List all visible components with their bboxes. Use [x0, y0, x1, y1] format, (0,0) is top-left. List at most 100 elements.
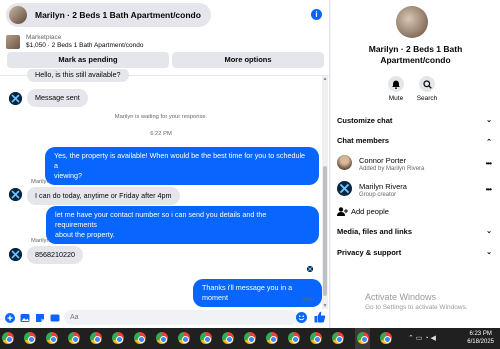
member-subtitle: Group creator [359, 192, 397, 198]
scrollbar-thumb[interactable] [323, 166, 327, 296]
scroll-up-arrow-icon[interactable]: ▲ [322, 76, 328, 82]
marketplace-label: Marketplace [26, 34, 62, 41]
chrome-icon[interactable] [112, 332, 124, 344]
media-files-section[interactable]: Media, files and links ⌄ [337, 224, 492, 240]
taskbar-clock[interactable]: 6:23 PM 6/18/2025 [467, 330, 494, 346]
member-row[interactable]: Marilyn Rivera Group creator ••• [337, 179, 497, 201]
add-person-icon [337, 207, 348, 216]
user-avatar [9, 248, 22, 261]
chrome-icon[interactable] [332, 332, 344, 344]
chevron-down-icon: ⌄ [486, 228, 492, 235]
bell-icon [388, 76, 404, 92]
listing-title[interactable]: $1,050 · 2 Beds 1 Bath Apartment/condo [26, 42, 143, 50]
system-tray-icons[interactable]: ⌃ ▭ ◔ ◀ [408, 334, 436, 342]
more-options-button[interactable]: More options [172, 52, 324, 68]
details-title-line: Apartment/condo [380, 55, 451, 65]
waiting-notice: Marilyn is waiting for your response. [114, 114, 208, 120]
search-button[interactable]: Search [412, 76, 442, 102]
chrome-icon[interactable] [288, 332, 300, 344]
conversation-avatar [9, 6, 27, 24]
message-composer [0, 307, 330, 328]
windows-taskbar: ⌃ ▭ ◔ ◀ 6:23 PM 6/18/2025 [0, 328, 500, 349]
read-receipt-avatar [307, 266, 313, 272]
privacy-support-section[interactable]: Privacy & support ⌄ [337, 245, 492, 261]
chrome-icon[interactable] [266, 332, 278, 344]
chevron-up-icon: ⌃ [486, 139, 492, 146]
message-bubble-outgoing: let me have your contact number so i can… [46, 206, 319, 244]
message-text: viewing? [54, 171, 82, 180]
section-label: Privacy & support [337, 248, 402, 257]
chat-panel: Marilyn · 2 Beds 1 Bath Apartment/condo … [0, 0, 330, 328]
sender-name: Marilyn [31, 179, 50, 185]
sender-name: Marilyn [31, 238, 50, 244]
member-avatar [337, 155, 352, 170]
chrome-icon[interactable] [310, 332, 322, 344]
sent-status: Sent [302, 297, 314, 303]
conversation-title-button[interactable]: Marilyn · 2 Beds 1 Bath Apartment/condo [6, 3, 211, 27]
member-name: Connor Porter [359, 156, 407, 165]
message-input[interactable] [64, 310, 298, 325]
member-row[interactable]: Connor Porter Added by Marilyn Rivera ••… [337, 153, 497, 175]
message-scrollbar[interactable]: ▲ ▼ [322, 76, 328, 309]
message-bubble-incoming: I can do today, anytime or Friday after … [27, 187, 180, 205]
customize-chat-section[interactable]: Customize chat ⌄ [337, 113, 492, 129]
section-label: Customize chat [337, 116, 393, 125]
chrome-icon[interactable] [178, 332, 190, 344]
chrome-icon[interactable] [244, 332, 256, 344]
conversation-details-panel: Marilyn · 2 Beds 1 Bath Apartment/condo … [331, 0, 500, 328]
message-list: Hello, is this still available? Message … [0, 69, 322, 309]
search-label: Search [416, 95, 438, 102]
gif-icon[interactable] [49, 312, 60, 323]
section-label: Media, files and links [337, 227, 413, 236]
mute-label: Mute [388, 95, 404, 102]
member-name: Marilyn Rivera [359, 182, 407, 191]
timestamp: 6:22 PM [150, 131, 172, 137]
user-avatar [9, 92, 22, 105]
chrome-icon[interactable] [380, 332, 392, 344]
thumbs-up-icon[interactable] [314, 311, 326, 323]
info-icon[interactable]: i [311, 9, 322, 20]
photo-icon[interactable] [19, 312, 30, 323]
plus-icon[interactable] [4, 312, 15, 323]
conversation-large-avatar [396, 6, 428, 38]
listing-thumbnail[interactable] [6, 35, 20, 49]
chevron-down-icon: ⌄ [486, 249, 492, 256]
chrome-icon[interactable] [90, 332, 102, 344]
emoji-icon[interactable] [296, 312, 307, 323]
chrome-icon[interactable] [68, 332, 80, 344]
message-text: let me have your contact number so i can… [55, 210, 267, 229]
member-avatar [337, 181, 352, 196]
message-bubble-incoming: Message sent [27, 89, 88, 107]
chrome-icon[interactable] [222, 332, 234, 344]
conversation-title: Marilyn · 2 Beds 1 Bath Apartment/condo [35, 10, 201, 20]
message-bubble-incoming: Hello, is this still available? [27, 69, 129, 82]
chrome-icon[interactable] [24, 332, 36, 344]
chrome-icon[interactable] [200, 332, 212, 344]
section-label: Chat members [337, 136, 390, 145]
chrome-icon[interactable] [2, 332, 14, 344]
search-icon [419, 76, 435, 92]
more-options-icon[interactable]: ••• [486, 159, 492, 168]
message-bubble-incoming: 8568210220 [27, 246, 83, 264]
message-text: Yes, the property is available! When wou… [54, 151, 306, 170]
mark-as-pending-button[interactable]: Mark as pending [7, 52, 169, 68]
clock-date: 6/18/2025 [467, 339, 494, 345]
details-title: Marilyn · 2 Beds 1 Bath Apartment/condo [331, 44, 500, 66]
chrome-icon[interactable] [134, 332, 146, 344]
add-people-label: Add people [351, 207, 389, 216]
member-subtitle: Added by Marilyn Rivera [359, 166, 425, 172]
chrome-icon[interactable] [156, 332, 168, 344]
sticker-icon[interactable] [34, 312, 45, 323]
chrome-icon[interactable] [357, 332, 369, 344]
mute-button[interactable]: Mute [381, 76, 411, 102]
more-options-icon[interactable]: ••• [486, 185, 492, 194]
chat-header: Marilyn · 2 Beds 1 Bath Apartment/condo … [0, 0, 330, 30]
message-text: about the property. [55, 230, 115, 239]
user-avatar [9, 188, 22, 201]
chevron-down-icon: ⌄ [486, 117, 492, 124]
watermark-subtitle: Go to Settings to activate Windows. [365, 304, 468, 311]
chat-members-section[interactable]: Chat members ⌃ [337, 133, 492, 149]
clock-time: 6:23 PM [469, 331, 492, 337]
chrome-icon[interactable] [46, 332, 58, 344]
details-title-line: Marilyn · 2 Beds 1 Bath [368, 44, 463, 54]
